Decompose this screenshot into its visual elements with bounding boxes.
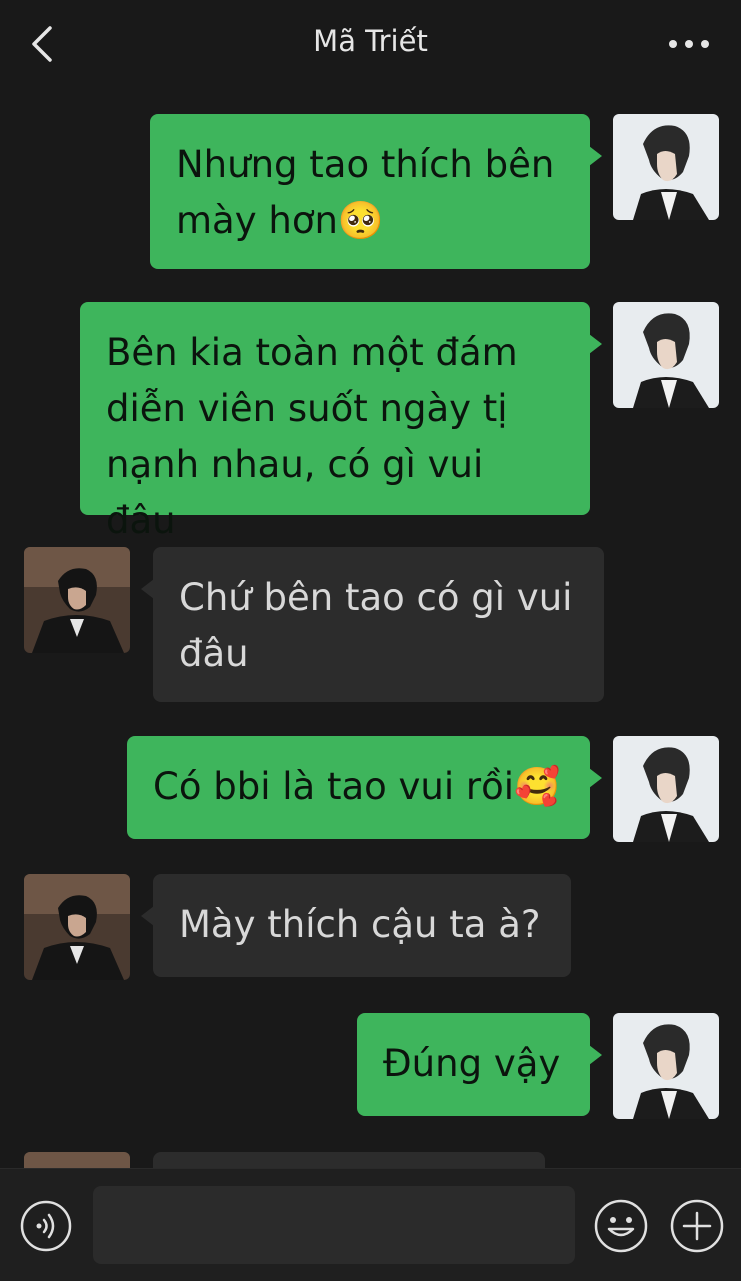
my-message-bubble[interactable]: Bên kia toàn một đám diễn viên suốt ngày… bbox=[80, 302, 602, 542]
bubble-tail bbox=[589, 1045, 602, 1065]
contact-message-bubble[interactable] bbox=[153, 1152, 545, 1168]
chat-title: Mã Triết bbox=[313, 24, 428, 58]
message-text: Mày thích cậu ta à? bbox=[179, 903, 541, 946]
message-row: Bên kia toàn một đám diễn viên suốt ngày… bbox=[0, 302, 741, 542]
chat-header: Mã Triết bbox=[0, 0, 741, 88]
message-row: Đúng vậy bbox=[0, 1013, 741, 1119]
my-avatar[interactable] bbox=[613, 302, 719, 408]
my-message-bubble[interactable]: Nhưng tao thích bên mày hơn🥺 bbox=[150, 114, 602, 269]
message-list[interactable]: Nhưng tao thích bên mày hơn🥺 Bên kia toà… bbox=[0, 88, 741, 1168]
bubble-tail bbox=[589, 768, 602, 788]
contact-avatar[interactable] bbox=[24, 874, 130, 980]
message-text: Có bbi là tao vui rồi🥰 bbox=[153, 765, 561, 808]
contact-message-bubble[interactable]: Mày thích cậu ta à? bbox=[141, 874, 571, 977]
message-row: Có bbi là tao vui rồi🥰 bbox=[0, 736, 741, 842]
message-row: Nhưng tao thích bên mày hơn🥺 bbox=[0, 114, 741, 269]
message-row bbox=[0, 1152, 741, 1168]
contact-avatar[interactable] bbox=[24, 1152, 130, 1168]
my-avatar[interactable] bbox=[613, 114, 719, 220]
more-dots-icon[interactable] bbox=[665, 30, 713, 58]
message-row: Chứ bên tao có gì vui đâu bbox=[0, 547, 741, 702]
bubble-tail bbox=[141, 906, 154, 926]
my-message-bubble[interactable]: Có bbi là tao vui rồi🥰 bbox=[127, 736, 602, 839]
plus-icon[interactable] bbox=[670, 1199, 724, 1253]
input-bar bbox=[0, 1168, 741, 1281]
message-text: Nhưng tao thích bên mày hơn🥺 bbox=[176, 143, 555, 242]
contact-avatar[interactable] bbox=[24, 547, 130, 653]
bubble-tail bbox=[589, 146, 602, 166]
message-input[interactable] bbox=[93, 1186, 575, 1264]
message-text: Đúng vậy bbox=[383, 1042, 561, 1085]
my-avatar[interactable] bbox=[613, 1013, 719, 1119]
my-avatar[interactable] bbox=[613, 736, 719, 842]
emoji-icon[interactable] bbox=[594, 1199, 648, 1253]
bubble-tail bbox=[141, 579, 154, 599]
my-message-bubble[interactable]: Đúng vậy bbox=[357, 1013, 602, 1116]
contact-message-bubble[interactable]: Chứ bên tao có gì vui đâu bbox=[141, 547, 604, 702]
message-row: Mày thích cậu ta à? bbox=[0, 874, 741, 980]
voice-icon[interactable] bbox=[20, 1200, 72, 1252]
message-text: Chứ bên tao có gì vui đâu bbox=[179, 576, 573, 675]
bubble-tail bbox=[589, 334, 602, 354]
message-text: Bên kia toàn một đám diễn viên suốt ngày… bbox=[106, 331, 518, 542]
